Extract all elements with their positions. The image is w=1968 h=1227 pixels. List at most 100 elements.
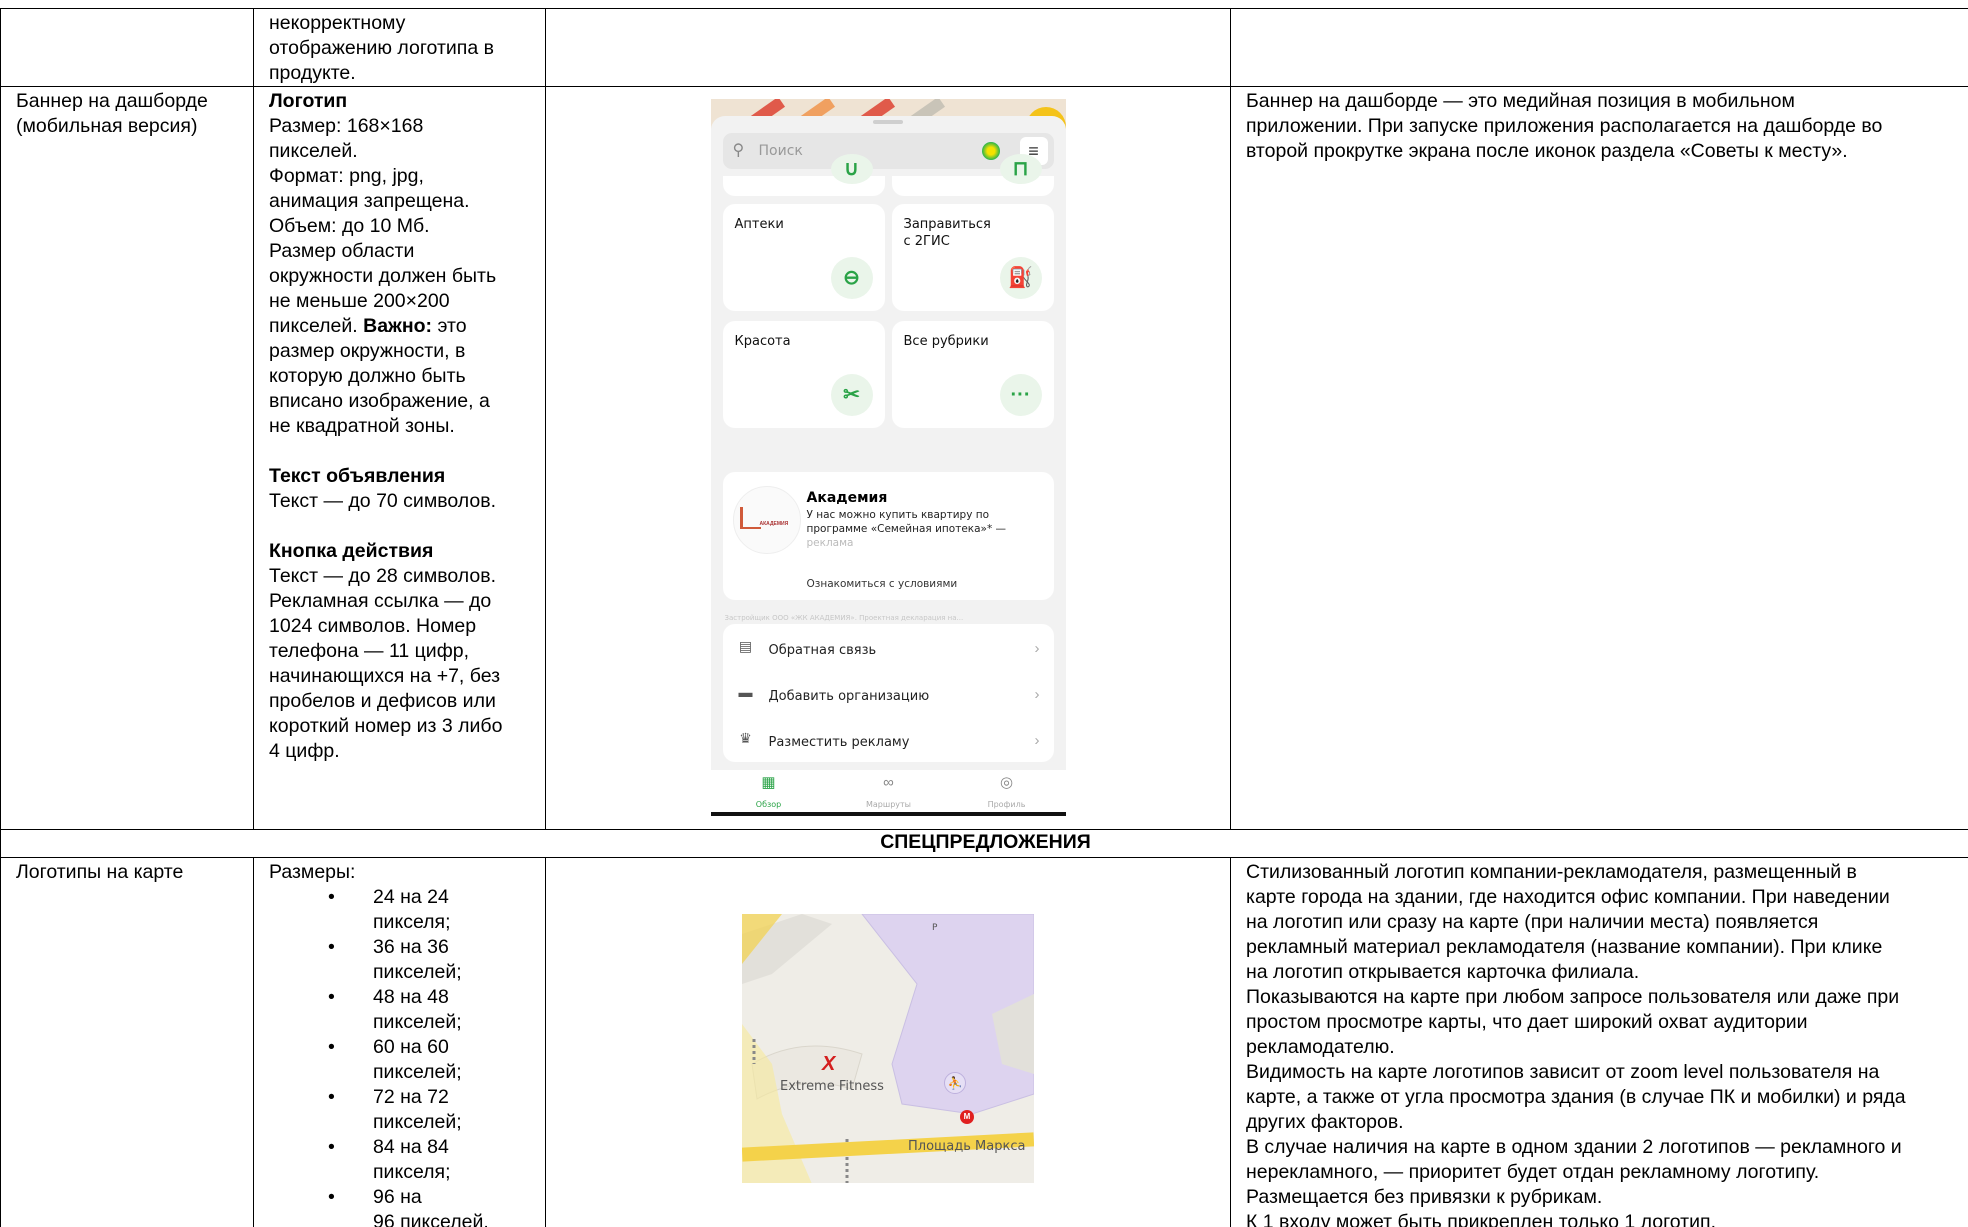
section-heading-button: Кнопка действия: [269, 540, 434, 562]
table-row: Логотипы на карте Размеры: 24 на 24пиксе…: [0, 857, 1968, 1227]
fitness-logo-icon[interactable]: X: [822, 1052, 835, 1077]
table-row-section: СПЕЦПРЕДЛОЖЕНИЯ: [0, 829, 1968, 858]
grid-icon: ▦: [761, 774, 776, 791]
ad-banner-card[interactable]: АКАДЕМИЯ Академия У нас можно купить ква…: [722, 472, 1054, 600]
tile-all-categories[interactable]: Все рубрики ···: [891, 321, 1054, 428]
text-line: не квадратной зоны.: [269, 415, 455, 437]
chevron-right-icon: ›: [1034, 732, 1040, 749]
search-icon: ⚲: [732, 142, 745, 159]
tile-partial[interactable]: ∪: [722, 154, 885, 196]
cell-format-name: Логотипы на карте: [0, 857, 254, 1227]
tile-fuel[interactable]: Заправиться с 2ГИС ⛽: [891, 204, 1054, 311]
tile-pharmacy[interactable]: Аптеки ⊖: [722, 204, 885, 311]
section-heading-text: Текст объявления: [269, 465, 446, 487]
sizes-label: Размеры:: [269, 861, 356, 883]
text-line: В случае наличия на карте в одном здании…: [1246, 1136, 1902, 1158]
drag-handle[interactable]: [872, 120, 903, 124]
scissors-icon: ✂: [830, 374, 873, 416]
text-line: анимация запрещена.: [269, 190, 470, 212]
list-item: 72 на 72пикселей;: [328, 1085, 530, 1135]
more-icon: ···: [999, 374, 1042, 416]
crown-icon: ♛: [739, 730, 752, 746]
list-item: 36 на 36пикселей;: [328, 935, 530, 985]
ad-text: У нас можно купить квартиру по программе…: [806, 509, 1007, 549]
cell-format-name: Баннер на дашборде (мобильная версия): [0, 86, 254, 830]
text-line: Баннер на дашборде — это медийная позици…: [1246, 90, 1795, 112]
map-label-fitness: Extreme Fitness: [780, 1079, 884, 1094]
text-line: окружности должен быть: [269, 265, 497, 287]
text-line: Баннер на дашборде: [16, 90, 208, 112]
text-line: телефона — 11 цифр,: [269, 640, 469, 662]
menu-item-feedback[interactable]: ▤ Обратная связь ›: [723, 624, 1054, 670]
pill-icon: ⊖: [830, 257, 873, 299]
text-line: других факторов.: [1246, 1111, 1404, 1133]
briefcase-icon: ▬: [738, 684, 753, 700]
menu-item-advertise[interactable]: ♛ Разместить рекламу ›: [723, 716, 1054, 762]
tile-label: Заправиться с 2ГИС: [903, 217, 991, 249]
text-line: нерекламного, — приоритет будет отдан ре…: [1246, 1161, 1820, 1183]
text-line: на логотип открывается карточка филиала.: [1246, 961, 1640, 983]
text-line: размер окружности, в: [269, 340, 466, 362]
metro-icon[interactable]: М: [960, 1110, 974, 1124]
tab-profile[interactable]: ◎ Профиль: [967, 774, 1047, 816]
document-page: некорректному отображению логотипа в про…: [0, 0, 1968, 1227]
text-line: (мобильная версия): [16, 115, 198, 137]
cell-requirements-prev: некорректному отображению логотипа в про…: [253, 8, 546, 87]
ad-cta-button[interactable]: Ознакомиться с условиями: [807, 572, 958, 597]
chevron-right-icon: ›: [1034, 686, 1040, 703]
tile-beauty[interactable]: Красота ✂: [722, 321, 885, 428]
tile-label: Аптеки: [734, 217, 784, 232]
text-line: приложении. При запуске приложения распо…: [1246, 115, 1883, 137]
route-icon: ∞: [883, 774, 894, 791]
list-item: 48 на 48пикселей;: [328, 985, 530, 1035]
cell-example: Extreme Fitness X ⛹ М Площадь Маркса P: [545, 857, 1231, 1227]
text-line: некорректному: [269, 12, 406, 34]
text-line: простом просмотре карты, что дает широки…: [1246, 1011, 1808, 1033]
text-line: Объем: до 10 Мб.: [269, 215, 430, 237]
tab-routes[interactable]: ∞ Маршруты: [849, 774, 929, 816]
text-line-important: пикселей. Важно: это: [269, 315, 467, 337]
cell-description: Стилизованный логотип компании-рекламода…: [1230, 857, 1968, 1227]
list-item: 60 на 60пикселей;: [328, 1035, 530, 1085]
home-indicator: [710, 812, 1066, 816]
menu-item-add-organization[interactable]: ▬ Добавить организацию ›: [723, 670, 1054, 716]
sizes-list: 24 на 24пикселя; 36 на 36пикселей; 48 на…: [269, 885, 530, 1227]
cell-empty: [545, 8, 1231, 87]
text-line: вписано изображение, а: [269, 390, 490, 412]
text-line: 4 цифр.: [269, 740, 340, 762]
parking-icon: P: [932, 923, 938, 933]
search-placeholder: Поиск: [758, 143, 803, 159]
feedback-icon: ▤: [738, 638, 753, 654]
cell-description: Баннер на дашборде — это медийная позици…: [1230, 86, 1968, 830]
tab-bar: ▦ Обзор ∞ Маршруты ◎ Профиль: [710, 770, 1066, 812]
fuel-icon: ⛽: [999, 257, 1042, 299]
text-line: рекламный материал рекламодателя (назван…: [1246, 936, 1883, 958]
section-title: СПЕЦПРЕДЛОЖЕНИЯ: [0, 829, 1968, 858]
tile-partial[interactable]: ⊓: [891, 154, 1054, 196]
spec-table: некорректному отображению логотипа в про…: [0, 8, 1968, 1227]
chevron-right-icon: ›: [1034, 640, 1040, 657]
text-line: Размещается без привязки к рубрикам.: [1246, 1186, 1603, 1208]
text-line: Текст — до 70 символов.: [269, 490, 497, 512]
text-line: которую должно быть: [269, 365, 466, 387]
fitness-poi-icon[interactable]: ⛹: [944, 1072, 966, 1094]
tile-label: Красота: [734, 334, 791, 349]
bottom-sheet: ⚲ Поиск ≡ ∪ ⊓ Аптеки ⊖ Заправиться с 2ГИ…: [710, 116, 1066, 816]
voice-assistant-icon[interactable]: [981, 142, 1000, 160]
menu-list: ▤ Обратная связь › ▬ Добавить организаци…: [722, 624, 1054, 762]
text-line: Видимость на карте логотипов зависит от …: [1246, 1061, 1880, 1083]
text-line: Размер области: [269, 240, 415, 262]
text-line: Формат: png, jpg,: [269, 165, 424, 187]
text-line: короткий номер из 3 либо: [269, 715, 503, 737]
text-line: карте, а также от угла просмотра здания …: [1246, 1086, 1906, 1108]
text-line: второй прокрутке экрана после иконок раз…: [1246, 140, 1848, 162]
text-line: 1024 символов. Номер: [269, 615, 477, 637]
text-line: продукте.: [269, 62, 356, 84]
tab-overview[interactable]: ▦ Обзор: [729, 774, 809, 816]
cell-requirements: Логотип Размер: 168×168 пикселей. Формат…: [253, 86, 546, 830]
text-line: отображению логотипа в: [269, 37, 494, 59]
ad-mark: реклама: [806, 537, 854, 549]
text-line: на логотип или сразу на карте (при налич…: [1246, 911, 1819, 933]
table-row: Баннер на дашборде (мобильная версия) Ло…: [0, 86, 1968, 830]
text-line: К 1 входу может быть прикреплен только 1…: [1246, 1211, 1716, 1227]
